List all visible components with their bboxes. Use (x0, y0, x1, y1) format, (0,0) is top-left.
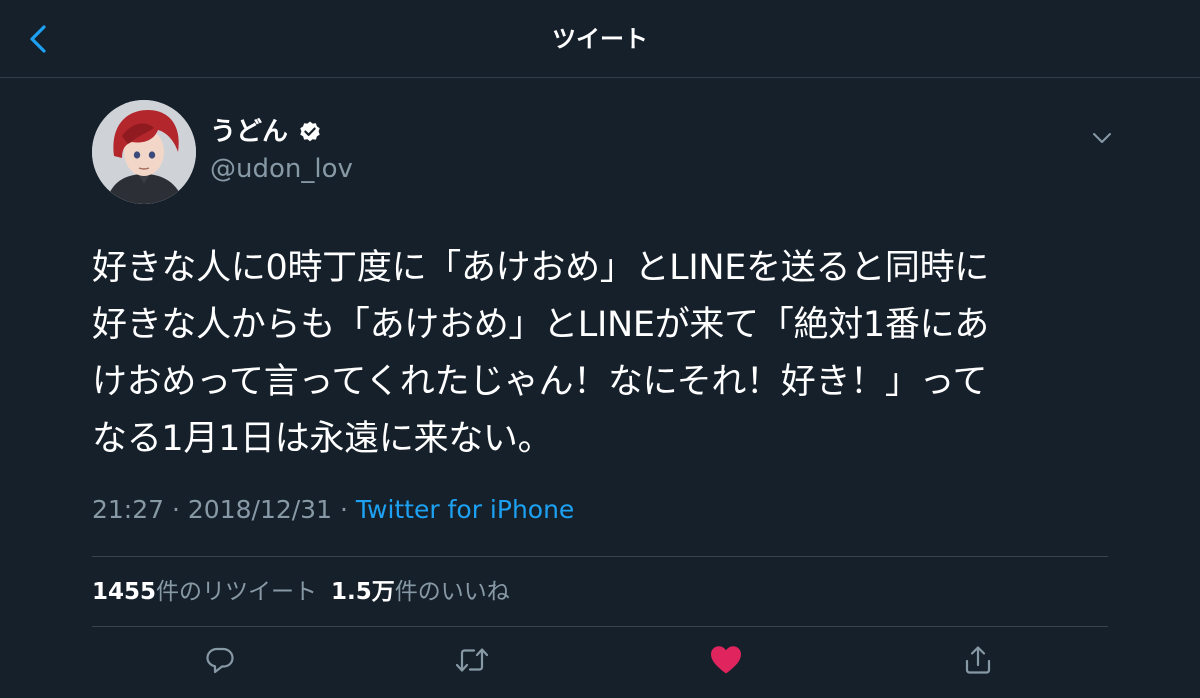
tweet-text: 好きな人に0時丁度に「あけおめ」とLINEを送ると同時に 好きな人からも「あけお… (92, 240, 1112, 468)
retweet-icon (455, 648, 489, 672)
retweet-count: 1455 (92, 579, 157, 605)
meta-separator: · (172, 495, 180, 524)
page-title: ツイート (552, 25, 648, 53)
tweet-time: 21:27 (92, 495, 165, 524)
reply-icon (206, 647, 234, 674)
like-stat[interactable]: 1.5万件のいいね (331, 579, 510, 605)
meta-separator: · (339, 495, 348, 524)
author-name[interactable]: うどん (210, 114, 288, 150)
tweet-text-line: なる1月1日は永遠に来ない。 (92, 419, 553, 459)
tweet-menu-button[interactable] (1088, 124, 1116, 152)
retweet-label: 件のリツイート (156, 579, 318, 605)
tweet-text-line: 好きな人からも「あけおめ」とLINEが来て「絶対1番にあ (92, 305, 989, 345)
chevron-down-icon (1093, 133, 1111, 143)
heart-icon (711, 646, 741, 674)
author-handle[interactable]: @udon_lov (210, 152, 353, 186)
tweet-text-line: けおめって言ってくれたじゃん！なにそれ！好き！」って (92, 362, 988, 402)
tweet-date: 2018/12/31 (187, 495, 332, 524)
like-label: 件のいいね (394, 579, 510, 605)
tweet-text-line: 好きな人に0時丁度に「あけおめ」とLINEを送ると同時に (92, 248, 989, 288)
tweet-source-link[interactable]: Twitter for iPhone (356, 495, 574, 524)
like-button[interactable] (706, 640, 746, 680)
avatar[interactable] (92, 100, 196, 204)
like-count: 1.5万 (331, 579, 395, 605)
avatar-image (92, 100, 196, 204)
reply-button[interactable] (200, 640, 240, 680)
divider (92, 556, 1108, 557)
author-name-row[interactable]: うどん (210, 114, 322, 150)
retweet-button[interactable] (452, 640, 492, 680)
share-button[interactable] (958, 640, 998, 680)
divider (92, 626, 1108, 627)
tweet-stats: 1455件のリツイート 1.5万件のいいね (92, 574, 510, 610)
share-icon (965, 646, 991, 674)
header: ツイート (0, 0, 1200, 78)
tweet-meta: 21:27 · 2018/12/31 · Twitter for iPhone (92, 492, 574, 528)
retweet-stat[interactable]: 1455件のリツイート (92, 579, 317, 605)
verified-badge-icon (298, 120, 322, 144)
